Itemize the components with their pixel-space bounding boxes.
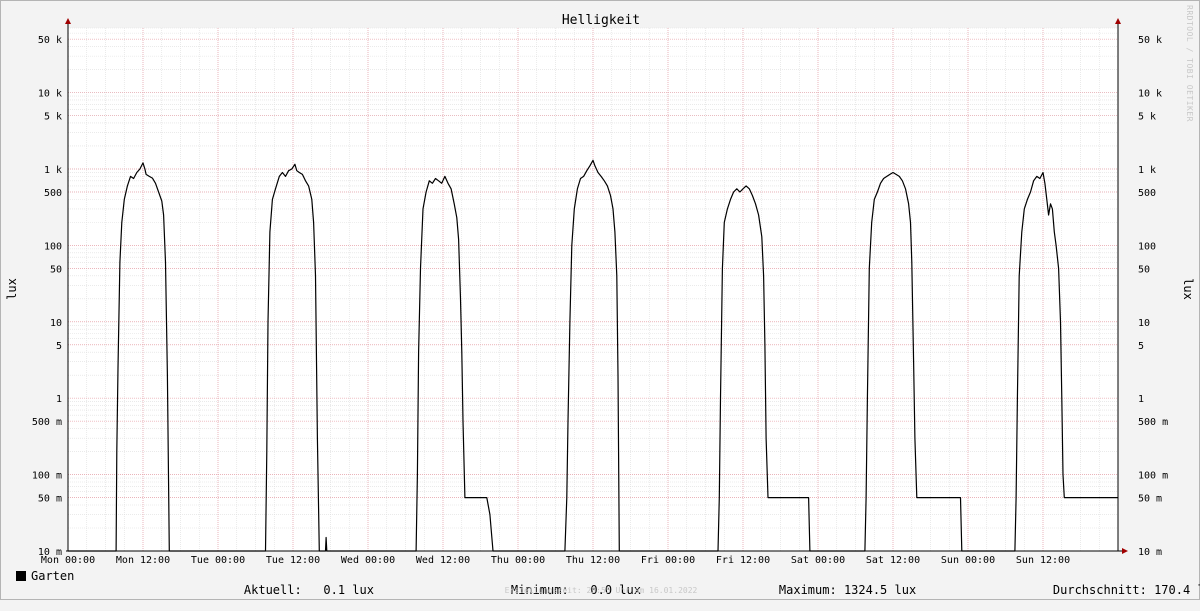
y-tick-label-right: 10 m [1138,547,1162,558]
x-tick-label: Tue 00:00 [191,555,245,566]
y-tick-label-right: 100 m [1138,471,1168,482]
generation-timestamp: Erstellungszeit: 23:55 Uhr am 16.01.2022 [504,586,698,595]
y-tick-label-left: 10 k [38,89,62,100]
stat-current: Aktuell: 0.1 lux [215,569,374,597]
y-axis-right-ticks: 50 k 10 k 5 k 1 k 500 100 50 10 5 1 500 m 100 m 50 m… [1138,35,1168,558]
y-tick-label-right: 500 m [1138,417,1168,428]
x-tick-label: Sun 00:00 [941,555,995,566]
y-tick-label-left: 100 [44,241,62,252]
stat-minimum: Minimum: 0.0 lux [482,569,641,597]
y-tick-label-right: 50 [1138,264,1150,275]
y-axis-left-ticks: 50 k 10 k 5 k 1 k 500 100 50 10 5 1 500 m 100 m 50 m… [32,35,62,558]
y-tick-label-left: 5 [56,341,62,352]
y-tick-label-left: 50 k [38,35,62,46]
x-tick-label: Thu 00:00 [491,555,545,566]
y-axis-label-right: lux [1181,278,1195,300]
x-tick-label: Thu 12:00 [566,555,620,566]
x-tick-label: Mon 12:00 [116,555,170,566]
y-tick-label-left: 500 [44,188,62,199]
x-tick-label: Tue 12:00 [266,555,320,566]
stat-average: Durchschnitt: 170.4 lux [1024,569,1200,597]
x-axis-arrow [1122,548,1128,554]
rrdtool-credit: RRDTOOL / TOBI OETIKER [1185,5,1194,122]
y-tick-label-left: 100 m [32,471,62,482]
y-tick-label-left: 50 [50,264,62,275]
y-tick-label-left: 10 [50,318,62,329]
y-tick-label-right: 50 m [1138,494,1162,505]
y-axis-label-left: lux [5,278,19,300]
y-tick-label-right: 1 [1138,394,1144,405]
y-tick-label-left: 1 k [44,165,62,176]
y-tick-label-right: 5 [1138,341,1144,352]
x-tick-label: Wed 12:00 [416,555,470,566]
legend-series-name: Garten [31,569,75,583]
y-axis-arrow-left [65,18,71,24]
x-tick-label: Sat 12:00 [866,555,920,566]
y-tick-label-right: 100 [1138,241,1156,252]
x-tick-label: Sun 12:00 [1016,555,1070,566]
y-tick-label-left: 1 [56,394,62,405]
chart-window: 50 k 10 k 5 k 1 k 500 100 50 10 5 1 500 m 100 m 50 m… [0,0,1200,600]
chart-title: Helligkeit [562,13,640,28]
legend-swatch-garten [16,571,26,581]
y-tick-label-left: 50 m [38,494,62,505]
y-tick-label-right: 10 k [1138,89,1162,100]
brightness-chart: 50 k 10 k 5 k 1 k 500 100 50 10 5 1 500 m 100 m 50 m… [5,13,1195,566]
y-tick-label-right: 500 [1138,188,1156,199]
y-tick-label-right: 10 [1138,318,1150,329]
y-axis-arrow-right [1115,18,1121,24]
x-tick-label: Wed 00:00 [341,555,395,566]
y-tick-label-right: 1 k [1138,165,1156,176]
y-tick-label-right: 50 k [1138,35,1162,46]
x-tick-label: Mon 00:00 [41,555,95,566]
y-tick-label-left: 500 m [32,417,62,428]
x-tick-label: Sat 00:00 [791,555,845,566]
x-tick-label: Fri 12:00 [716,555,770,566]
y-tick-label-right: 5 k [1138,112,1156,123]
stat-maximum: Maximum: 1324.5 lux [750,569,916,597]
x-tick-label: Fri 00:00 [641,555,695,566]
y-tick-label-left: 5 k [44,112,62,123]
x-axis-ticks: Mon 00:00 Mon 12:00 Tue 00:00 Tue 12:00 Wed … [41,555,1070,566]
